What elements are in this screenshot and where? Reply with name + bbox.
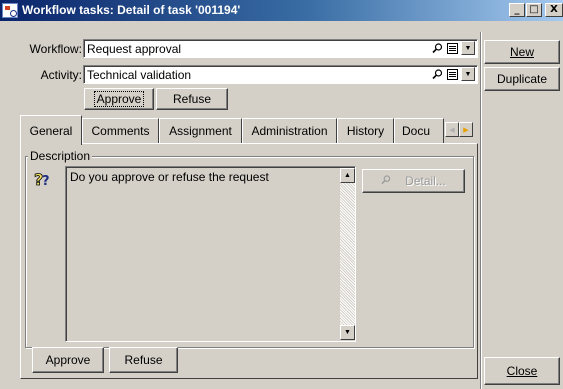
window-title: Workflow tasks: Detail of task '001194' <box>22 3 241 17</box>
tab-documents[interactable]: Docu <box>394 118 444 143</box>
workflow-lookup-icon[interactable] <box>430 41 444 55</box>
scroll-down-icon[interactable]: ▼ <box>340 325 355 340</box>
close-window-button[interactable]: X <box>545 3 563 17</box>
tab-history[interactable]: History <box>337 118 394 143</box>
minimize-button[interactable]: _ <box>509 3 525 17</box>
activity-list-icon[interactable] <box>445 67 459 81</box>
approve-button-bottom-label: Approve <box>45 353 91 367</box>
workflow-field[interactable]: Request approval <box>83 39 478 58</box>
refuse-button-top[interactable]: Refuse <box>156 88 228 110</box>
description-scrollbar[interactable] <box>340 168 355 340</box>
tab-administration[interactable]: Administration <box>242 118 337 143</box>
question-icon: ? ? <box>34 170 56 190</box>
activity-dropdown-arrow-icon[interactable]: ▼ <box>461 67 475 81</box>
tab-scroll-right-icon[interactable]: ▶ <box>459 122 473 137</box>
tab-history-label: History <box>346 124 385 138</box>
detail-magnifier-icon <box>381 174 391 188</box>
refuse-button-top-label: Refuse <box>172 92 212 106</box>
app-icon[interactable] <box>2 3 18 18</box>
approve-button-top[interactable]: Approve <box>84 88 154 110</box>
description-group-title: Description <box>28 149 93 163</box>
detail-button[interactable]: Detail... <box>362 169 465 193</box>
duplicate-button-label: Duplicate <box>496 72 548 86</box>
side-separator-highlight <box>481 32 482 389</box>
description-text: Do you approve or refuse the request <box>70 170 269 184</box>
approve-button-top-label: Approve <box>93 91 145 107</box>
activity-value: Technical validation <box>87 68 192 82</box>
new-button[interactable]: New <box>484 40 560 64</box>
refuse-button-bottom-label: Refuse <box>124 353 163 367</box>
svg-text:?: ? <box>42 174 50 188</box>
detail-button-label: Detail... <box>405 174 446 188</box>
close-button-label: Close <box>506 364 538 378</box>
scroll-up-icon[interactable]: ▲ <box>340 168 355 183</box>
tab-comments-label: Comments <box>91 124 150 138</box>
maximize-button[interactable]: □ <box>526 3 542 17</box>
workflow-value: Request approval <box>87 42 182 56</box>
refuse-button-bottom[interactable]: Refuse <box>109 347 178 373</box>
workflow-label: Workflow: <box>29 42 82 56</box>
tab-scroll-left-icon[interactable]: ◀ <box>445 122 459 137</box>
tab-assignment-label: Assignment <box>169 124 232 138</box>
approve-button-bottom[interactable]: Approve <box>32 347 104 373</box>
duplicate-button[interactable]: Duplicate <box>484 67 560 91</box>
activity-label: Activity: <box>40 68 82 82</box>
tab-general[interactable]: General <box>20 115 82 145</box>
workflow-list-icon[interactable] <box>445 41 459 55</box>
tab-assignment[interactable]: Assignment <box>159 118 242 143</box>
new-button-label: New <box>509 45 534 59</box>
close-button[interactable]: Close <box>484 357 560 385</box>
activity-field[interactable]: Technical validation <box>83 65 478 84</box>
tab-administration-label: Administration <box>251 124 328 138</box>
description-text-area[interactable]: Do you approve or refuse the request <box>65 166 356 342</box>
tab-general-label: General <box>29 123 73 138</box>
tab-comments[interactable]: Comments <box>82 118 159 143</box>
workflow-dropdown-arrow-icon[interactable]: ▼ <box>461 41 475 55</box>
tab-documents-label: Docu <box>402 124 431 138</box>
activity-lookup-icon[interactable] <box>430 67 444 81</box>
